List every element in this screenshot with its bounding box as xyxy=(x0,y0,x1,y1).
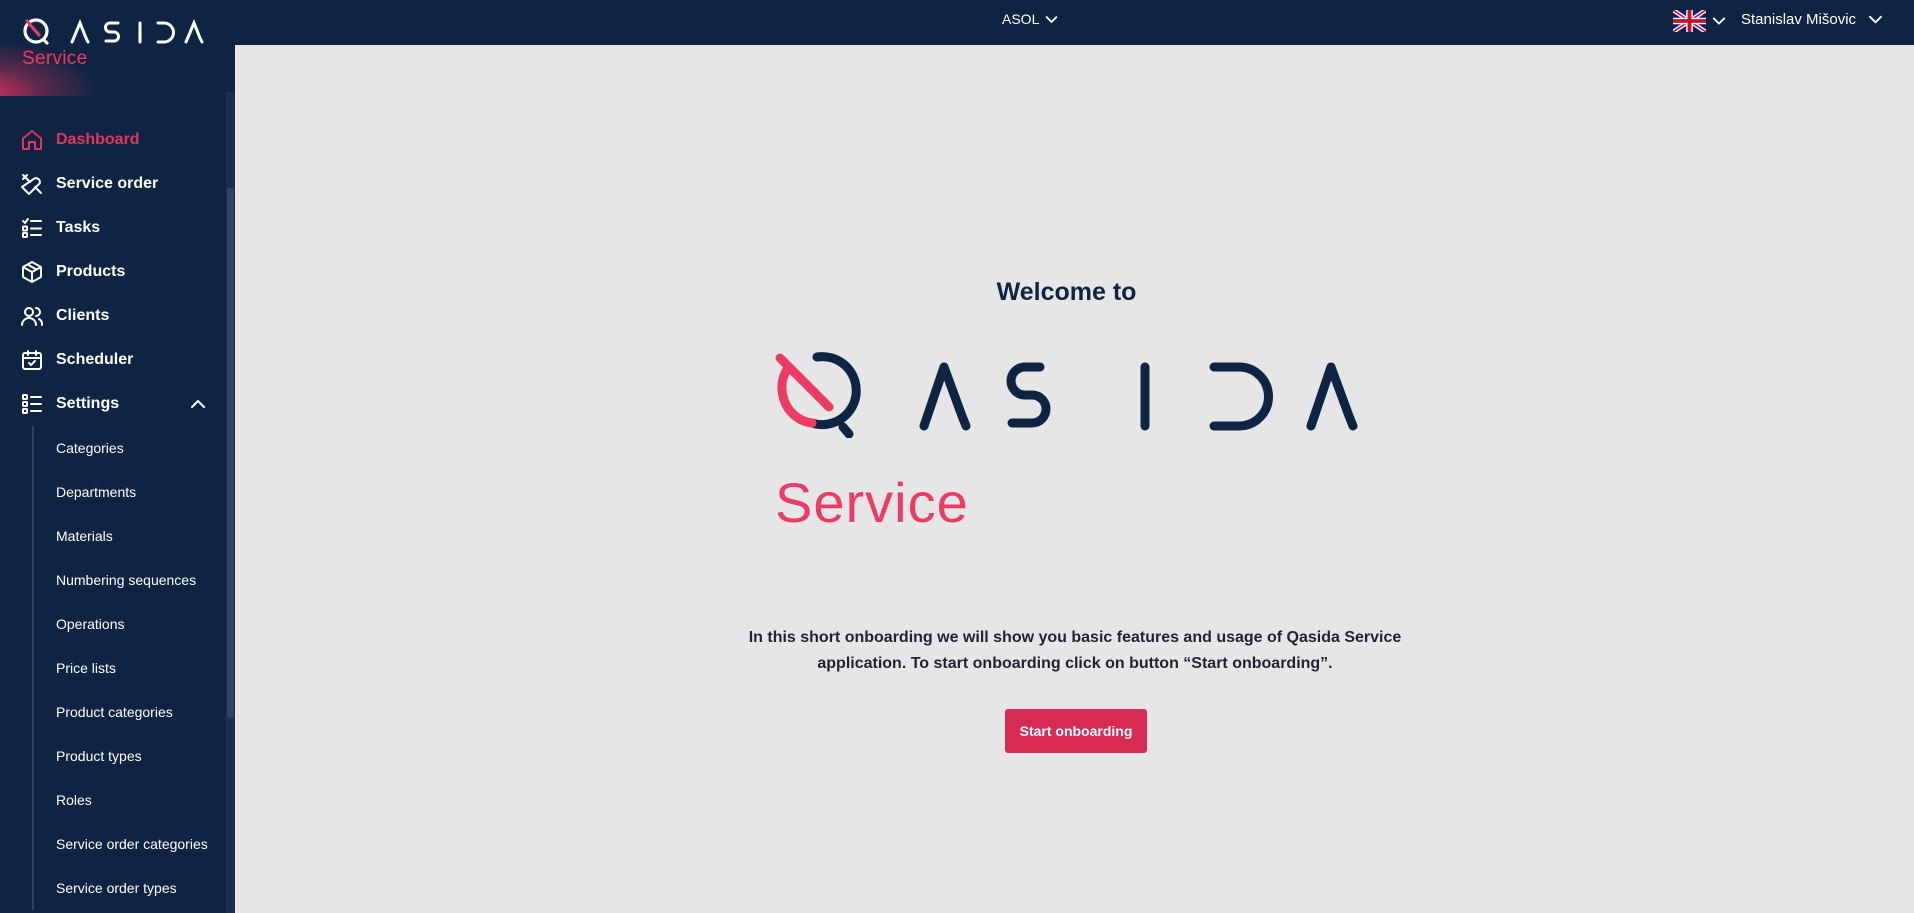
brand-logo[interactable]: Service xyxy=(0,0,235,96)
submenu-item-departments[interactable]: Departments xyxy=(34,470,226,514)
settings-submenu: Categories Departments Materials Numberi… xyxy=(32,426,226,910)
submenu-item-operations[interactable]: Operations xyxy=(34,602,226,646)
start-onboarding-button[interactable]: Start onboarding xyxy=(1005,709,1147,753)
welcome-title: Welcome to xyxy=(996,278,1137,306)
sidebar-item-label: Settings xyxy=(56,395,120,412)
calendar-check-icon xyxy=(22,350,42,370)
sidebar-item-products[interactable]: Products xyxy=(0,250,226,294)
submenu-item-product-types[interactable]: Product types xyxy=(34,734,226,778)
user-menu[interactable]: Stanislav Mišovic xyxy=(1741,11,1883,28)
logo-service-text: Service xyxy=(775,471,969,534)
settings-list-icon xyxy=(22,394,42,414)
chevron-down-icon xyxy=(1046,15,1058,23)
sidebar-scroll-thumb[interactable] xyxy=(227,188,234,718)
sidebar-item-service-order[interactable]: Service order xyxy=(0,162,226,206)
sidebar-item-clients[interactable]: Clients xyxy=(0,294,226,338)
submenu-item-price-lists[interactable]: Price lists xyxy=(34,646,226,690)
chevron-up-icon[interactable] xyxy=(190,396,206,412)
uk-flag-icon xyxy=(1673,10,1706,32)
sidebar-item-label: Scheduler xyxy=(56,351,134,368)
company-selector[interactable]: ASOL xyxy=(1002,11,1058,27)
tools-icon xyxy=(21,174,42,195)
brand-subtitle: Service xyxy=(22,48,88,69)
home-icon xyxy=(22,130,42,150)
sidebar-item-settings[interactable]: Settings xyxy=(0,382,226,426)
sidebar-item-label: Service order xyxy=(56,175,159,192)
company-name: ASOL xyxy=(1002,11,1040,27)
sidebar-item-label: Clients xyxy=(56,307,110,324)
top-bar: ASOL Stanislav Mišovic xyxy=(235,0,1914,45)
sidebar-item-scheduler[interactable]: Scheduler xyxy=(0,338,226,382)
chevron-down-icon xyxy=(1712,17,1726,25)
qasida-big-logo-icon xyxy=(775,352,1358,438)
qasida-logo-icon xyxy=(23,18,204,45)
submenu-item-numbering-sequences[interactable]: Numbering sequences xyxy=(34,558,226,602)
submenu-item-service-order-categories[interactable]: Service order categories xyxy=(34,822,226,866)
submenu-item-categories[interactable]: Categories xyxy=(34,426,226,470)
box-icon xyxy=(22,261,42,283)
language-selector[interactable] xyxy=(1667,10,1726,32)
sidebar: Service Dashboard Service order Tasks Pr… xyxy=(0,0,235,913)
sidebar-item-tasks[interactable]: Tasks xyxy=(0,206,226,250)
user-name: Stanislav Mišovic xyxy=(1741,11,1857,28)
sidebar-item-label: Tasks xyxy=(56,219,101,236)
sidebar-item-label: Dashboard xyxy=(56,131,140,148)
task-list-icon xyxy=(22,218,42,238)
onboarding-intro-text: In this short onboarding we will show yo… xyxy=(748,629,1402,672)
submenu-item-materials[interactable]: Materials xyxy=(34,514,226,558)
sidebar-item-label: Products xyxy=(56,263,126,280)
submenu-item-service-order-types[interactable]: Service order types xyxy=(34,866,226,910)
submenu-item-roles[interactable]: Roles xyxy=(34,778,226,822)
sidebar-scrollbar[interactable] xyxy=(226,92,235,913)
main-nav: Dashboard Service order Tasks Products C… xyxy=(0,118,226,910)
chevron-down-icon xyxy=(1868,15,1883,24)
submenu-item-product-categories[interactable]: Product categories xyxy=(34,690,226,734)
sidebar-item-dashboard[interactable]: Dashboard xyxy=(0,118,226,162)
users-icon xyxy=(21,307,44,326)
